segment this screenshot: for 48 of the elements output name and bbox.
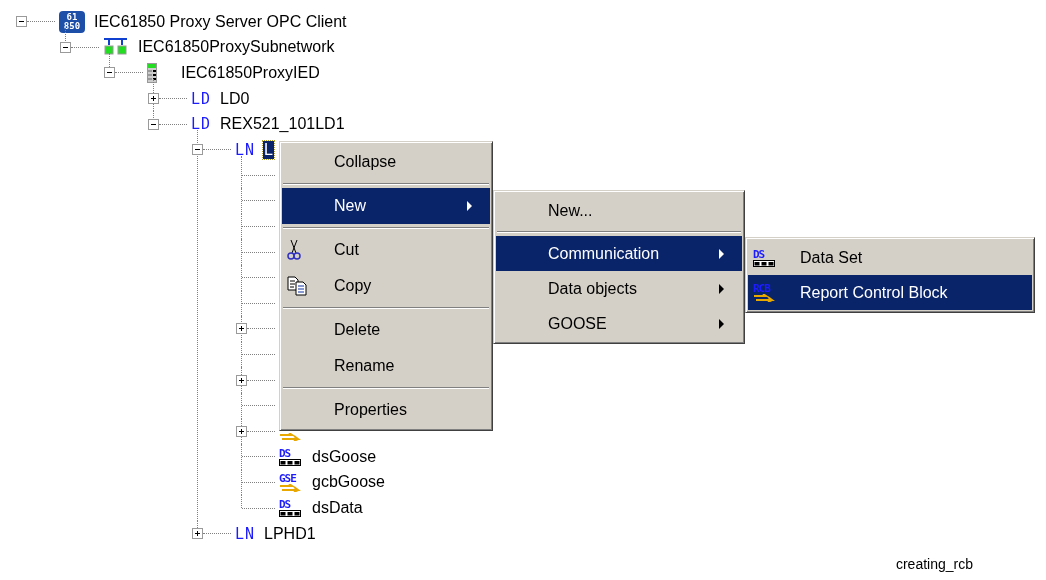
submenu-arrow-icon [467, 201, 472, 211]
tree-item-label[interactable]: dsGoose [311, 447, 378, 466]
menu-item[interactable]: RCB Report Control Block [748, 275, 1032, 310]
tree-item-label[interactable]: L [263, 140, 274, 159]
tree-item-label[interactable]: dsData [311, 499, 364, 518]
menu-item[interactable]: Rename [282, 348, 490, 384]
collapse-toggle[interactable] [104, 67, 115, 79]
expand-toggle[interactable] [236, 374, 247, 386]
copy-icon [287, 276, 309, 296]
menu-item[interactable]: Cut [282, 232, 490, 268]
collapse-toggle[interactable] [16, 16, 27, 28]
menu-item[interactable]: Copy [282, 268, 490, 304]
submenu-arrow-icon [719, 283, 724, 294]
menu-item[interactable]: Data objects [496, 271, 742, 306]
collapse-toggle[interactable] [192, 144, 203, 156]
menu-item[interactable]: Properties [282, 392, 490, 428]
menu-item[interactable]: Collapse [282, 144, 490, 180]
menu-item[interactable]: Communication [496, 236, 742, 271]
tree-item-label[interactable]: gcbGoose [311, 473, 386, 492]
tree-item-label[interactable]: REX521_101LD1 [219, 115, 346, 134]
report-icon [279, 433, 301, 442]
server-badge-icon: 61 850 [59, 10, 85, 33]
collapse-toggle[interactable] [60, 41, 71, 53]
tree-item-label[interactable]: IEC61850ProxySubnetwork [137, 38, 336, 57]
collapse-toggle[interactable] [148, 118, 159, 130]
node-type-label: LD [191, 115, 211, 134]
menu-item[interactable]: DS Data Set [748, 240, 1032, 275]
menu-item[interactable]: Delete [282, 312, 490, 348]
expand-toggle[interactable] [148, 93, 159, 105]
submenu-arrow-icon [719, 318, 724, 329]
network-icon [103, 37, 128, 58]
expand-toggle[interactable] [192, 528, 203, 540]
node-type-label: LN [235, 140, 255, 159]
device-rack-icon [147, 63, 157, 83]
menu-item[interactable]: GOOSE [496, 306, 742, 341]
tree-item-label[interactable]: IEC61850 Proxy Server OPC Client [93, 12, 348, 31]
menu-item[interactable]: New... [496, 193, 742, 228]
node-type-label: LD [191, 89, 211, 108]
tree-item-label[interactable]: LPHD1 [263, 524, 317, 543]
expand-toggle[interactable] [236, 425, 247, 437]
node-type-label: LN [235, 524, 255, 543]
scissors-icon [287, 239, 301, 261]
menu-item[interactable]: New [282, 188, 490, 224]
tree-item-label[interactable]: IEC61850ProxyIED [180, 64, 321, 82]
tree-item-label[interactable]: LD0 [219, 89, 251, 108]
submenu-arrow-icon [719, 248, 724, 259]
figure-caption: creating_rcb [895, 556, 973, 572]
expand-toggle[interactable] [236, 323, 247, 335]
